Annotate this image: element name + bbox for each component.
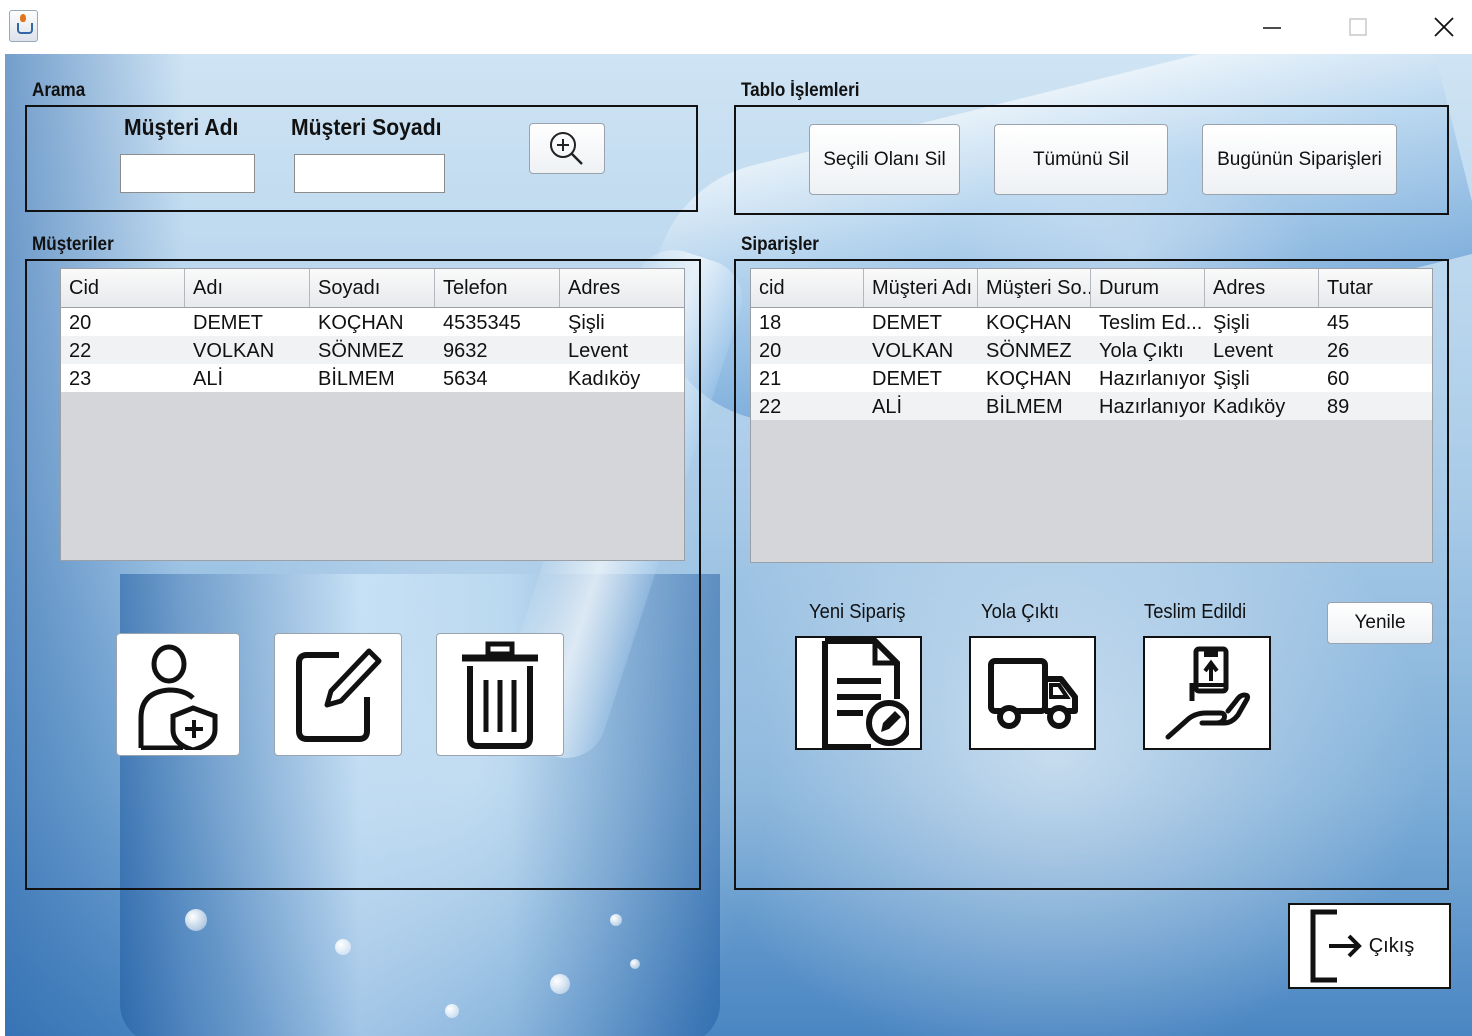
- cell-amount: 26: [1327, 340, 1350, 362]
- cell-customer-surname: BİLMEM: [986, 396, 1063, 418]
- table-row[interactable]: 18 DEMET KOÇHAN Teslim Ed... Şişli 45: [751, 308, 1432, 336]
- minimize-icon[interactable]: [1249, 8, 1295, 46]
- new-order-label: Yeni Sipariş: [809, 601, 906, 623]
- on-the-way-button[interactable]: [969, 636, 1096, 750]
- on-the-way-label: Yola Çıktı: [981, 601, 1060, 623]
- column-header-cid[interactable]: Cid: [61, 269, 185, 307]
- exit-door-icon: [1310, 909, 1362, 983]
- last-name-input[interactable]: [294, 154, 445, 193]
- todays-orders-button[interactable]: Bugünün Siparişleri: [1202, 124, 1397, 195]
- customers-section-title: Müşteriler: [32, 234, 114, 255]
- cell-customer-name: VOLKAN: [872, 340, 954, 362]
- cell-amount: 45: [1327, 312, 1350, 334]
- cell-amount: 89: [1327, 396, 1350, 418]
- first-name-input[interactable]: [120, 154, 255, 193]
- delivered-button[interactable]: [1143, 636, 1271, 750]
- cell-address: Levent: [1213, 340, 1274, 362]
- table-row[interactable]: 22 ALİ BİLMEM Hazırlanıyor Kadıköy 89: [751, 392, 1432, 420]
- refresh-button[interactable]: Yenile: [1327, 602, 1433, 644]
- delivered-label: Teslim Edildi: [1144, 601, 1247, 623]
- cell-name: VOLKAN: [193, 340, 275, 362]
- table-ops-section-title: Tablo İşlemleri: [741, 80, 860, 101]
- cell-surname: KOÇHAN: [318, 312, 404, 334]
- cell-customer-name: DEMET: [872, 368, 942, 390]
- trash-icon: [462, 641, 538, 749]
- title-bar: [0, 0, 1472, 54]
- cell-cid: 21: [759, 368, 782, 390]
- orders-section-title: Siparişler: [741, 234, 819, 255]
- close-icon[interactable]: [1421, 8, 1467, 46]
- table-row[interactable]: 20 VOLKAN SÖNMEZ Yola Çıktı Levent 26: [751, 336, 1432, 364]
- column-header-name[interactable]: Adı: [185, 269, 310, 307]
- add-user-shield-icon: [138, 644, 218, 750]
- hand-package-icon: [1165, 646, 1251, 740]
- column-header-phone[interactable]: Telefon: [435, 269, 560, 307]
- cell-customer-surname: SÖNMEZ: [986, 340, 1072, 362]
- column-header-address[interactable]: Adres: [1205, 269, 1319, 307]
- cell-cid: 22: [759, 396, 782, 418]
- search-section-title: Arama: [32, 80, 86, 101]
- delete-selected-button[interactable]: Seçili Olanı Sil: [809, 124, 960, 195]
- orders-table: cid Müşteri Adı Müşteri So... Durum Adre…: [750, 268, 1433, 563]
- column-header-address[interactable]: Adres: [560, 269, 684, 307]
- zoom-in-icon: [550, 131, 583, 165]
- delete-customer-button[interactable]: [436, 633, 564, 756]
- cell-cid: 23: [69, 368, 92, 390]
- cell-phone: 5634: [443, 368, 488, 390]
- maximize-icon[interactable]: [1335, 8, 1381, 46]
- table-row[interactable]: 22 VOLKAN SÖNMEZ 9632 Levent: [61, 336, 684, 364]
- java-cup-icon: [9, 10, 38, 42]
- cell-status: Teslim Ed...: [1099, 312, 1203, 334]
- table-row[interactable]: 21 DEMET KOÇHAN Hazırlanıyor Şişli 60: [751, 364, 1432, 392]
- search-button[interactable]: [529, 123, 605, 174]
- cell-customer-surname: KOÇHAN: [986, 368, 1072, 390]
- table-row[interactable]: 23 ALİ BİLMEM 5634 Kadıköy: [61, 364, 684, 392]
- cell-surname: SÖNMEZ: [318, 340, 404, 362]
- cell-status: Hazırlanıyor: [1099, 368, 1205, 390]
- cell-address: Şişli: [1213, 368, 1250, 390]
- cell-address: Kadıköy: [1213, 396, 1286, 418]
- customers-table: Cid Adı Soyadı Telefon Adres 20 DEMET KO…: [60, 268, 685, 561]
- cell-status: Hazırlanıyor: [1099, 396, 1205, 418]
- exit-button[interactable]: Çıkış: [1288, 903, 1451, 989]
- cell-amount: 60: [1327, 368, 1350, 390]
- delete-all-button[interactable]: Tümünü Sil: [994, 124, 1168, 195]
- add-customer-button[interactable]: [116, 633, 240, 756]
- cell-customer-name: DEMET: [872, 312, 942, 334]
- edit-icon: [296, 648, 382, 742]
- cell-cid: 20: [69, 312, 92, 334]
- cell-customer-name: ALİ: [872, 396, 903, 418]
- truck-icon: [987, 658, 1078, 729]
- cell-surname: BİLMEM: [318, 368, 395, 390]
- cell-customer-surname: KOÇHAN: [986, 312, 1072, 334]
- column-header-status[interactable]: Durum: [1091, 269, 1205, 307]
- cell-phone: 9632: [443, 340, 488, 362]
- cell-cid: 20: [759, 340, 782, 362]
- cell-address: Kadıköy: [568, 368, 641, 390]
- column-header-amount[interactable]: Tutar: [1319, 269, 1432, 307]
- table-row[interactable]: 20 DEMET KOÇHAN 4535345 Şişli: [61, 308, 684, 336]
- cell-status: Yola Çıktı: [1099, 340, 1184, 362]
- document-edit-icon: [821, 638, 909, 749]
- cell-address: Levent: [568, 340, 629, 362]
- exit-label: Çıkış: [1368, 934, 1415, 957]
- column-header-customer-surname[interactable]: Müşteri So...: [978, 269, 1091, 307]
- edit-customer-button[interactable]: [274, 633, 402, 756]
- first-name-label: Müşteri Adı: [124, 114, 239, 140]
- column-header-surname[interactable]: Soyadı: [310, 269, 435, 307]
- last-name-label: Müşteri Soyadı: [291, 114, 442, 140]
- cell-phone: 4535345: [443, 312, 521, 334]
- cell-address: Şişli: [568, 312, 605, 334]
- column-header-customer-name[interactable]: Müşteri Adı: [864, 269, 978, 307]
- cell-name: ALİ: [193, 368, 224, 390]
- customers-table-header: Cid Adı Soyadı Telefon Adres: [61, 269, 684, 308]
- cell-cid: 18: [759, 312, 782, 334]
- cell-name: DEMET: [193, 312, 263, 334]
- cell-address: Şişli: [1213, 312, 1250, 334]
- orders-table-header: cid Müşteri Adı Müşteri So... Durum Adre…: [751, 269, 1432, 308]
- new-order-button[interactable]: [795, 636, 922, 750]
- column-header-cid[interactable]: cid: [751, 269, 864, 307]
- cell-cid: 22: [69, 340, 92, 362]
